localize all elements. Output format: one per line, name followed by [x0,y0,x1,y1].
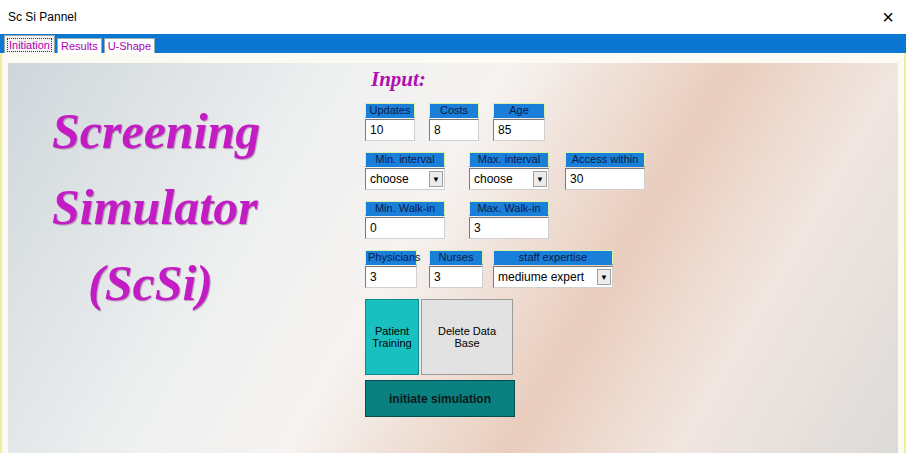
field-row: Min. Walk-in0 Max. Walk-in3 [365,201,645,239]
title-bar: Sc Si Pannel × [0,0,906,34]
field: staff expertise mediume expert ▼ [493,250,613,288]
dropdown-value: choose [370,172,409,186]
dropdown[interactable]: choose ▼ [365,168,445,190]
field-row: Physicians3Nurses3staff expertisemediume… [365,250,645,288]
field-label: Physicians [365,250,417,265]
tab[interactable]: U-Shape [104,38,155,53]
field-label: staff expertise [493,250,613,265]
field-row: Updates10 Costs8 Age85 [365,103,645,141]
field-label: Updates [365,103,415,118]
input-heading: Input: [365,67,645,103]
text-input[interactable]: 30 [565,168,645,190]
app-title-line: (ScSi) [52,245,365,321]
dropdown-value: mediume expert [498,270,584,284]
tab-panel: ScreeningSimulator(ScSi)Input:Updates10C… [0,53,906,453]
text-input[interactable]: 3 [365,266,417,288]
tab[interactable]: Initiation [4,35,55,53]
dropdown[interactable]: choose ▼ [469,168,549,190]
tab-label: U-Shape [108,40,151,52]
field: Costs8 [429,103,479,141]
text-input[interactable]: 3 [469,217,549,239]
button-row: Patient TrainingDelete Data Base [365,299,645,375]
tab-label: Results [61,40,98,52]
dropdown[interactable]: mediume expert ▼ [493,266,613,288]
initiate-simulation-button[interactable]: initiate simulation [365,380,515,417]
window-title: Sc Si Pannel [8,10,77,24]
dropdown-value: choose [474,172,513,186]
field-label: Costs [429,103,479,118]
field-row: Min. interval choose ▼ Max. interval choose ▼… [365,152,645,190]
field-label: Max. interval [469,152,549,167]
dropdown-arrow-icon[interactable]: ▼ [533,171,547,187]
field: Max. interval choose ▼ [469,152,549,190]
field-label: Nurses [429,250,483,265]
field-label: Access within [565,152,645,167]
tab-label: Initiation [8,39,51,51]
field: Age85 [493,103,545,141]
field: Max. Walk-in3 [469,201,549,239]
field-label: Min. interval [365,152,445,167]
tab-bar: Initiation Results U-Shape [0,34,906,53]
field: Nurses3 [429,250,483,288]
app-title: ScreeningSimulator(ScSi) [8,63,365,453]
field: Min. interval choose ▼ [365,152,445,190]
background-photo: ScreeningSimulator(ScSi)Input:Updates10C… [8,63,898,453]
delete-database-button[interactable]: Delete Data Base [421,299,513,375]
text-input[interactable]: 3 [429,266,483,288]
dropdown-arrow-icon[interactable]: ▼ [597,269,611,285]
field: Physicians3 [365,250,417,288]
text-input[interactable]: 0 [365,217,445,239]
field-label: Min. Walk-in [365,201,445,216]
field: Access within30 [565,152,645,190]
text-input[interactable]: 10 [365,119,415,141]
dropdown-arrow-icon[interactable]: ▼ [429,171,443,187]
text-input[interactable]: 85 [493,119,545,141]
app-title-line: Simulator [52,169,365,245]
text-input[interactable]: 8 [429,119,479,141]
input-form: Input:Updates10Costs8Age85Min. intervalc… [365,63,645,453]
app-title-line: Screening [52,93,365,169]
field-label: Max. Walk-in [469,201,549,216]
field: Min. Walk-in0 [365,201,445,239]
window: Sc Si Pannel × Initiation Results U-Shape Scr… [0,0,906,453]
tab[interactable]: Results [57,38,102,53]
field: Updates10 [365,103,415,141]
patient-training-button[interactable]: Patient Training [365,299,419,375]
field-label: Age [493,103,545,118]
close-button[interactable]: × [882,7,894,27]
